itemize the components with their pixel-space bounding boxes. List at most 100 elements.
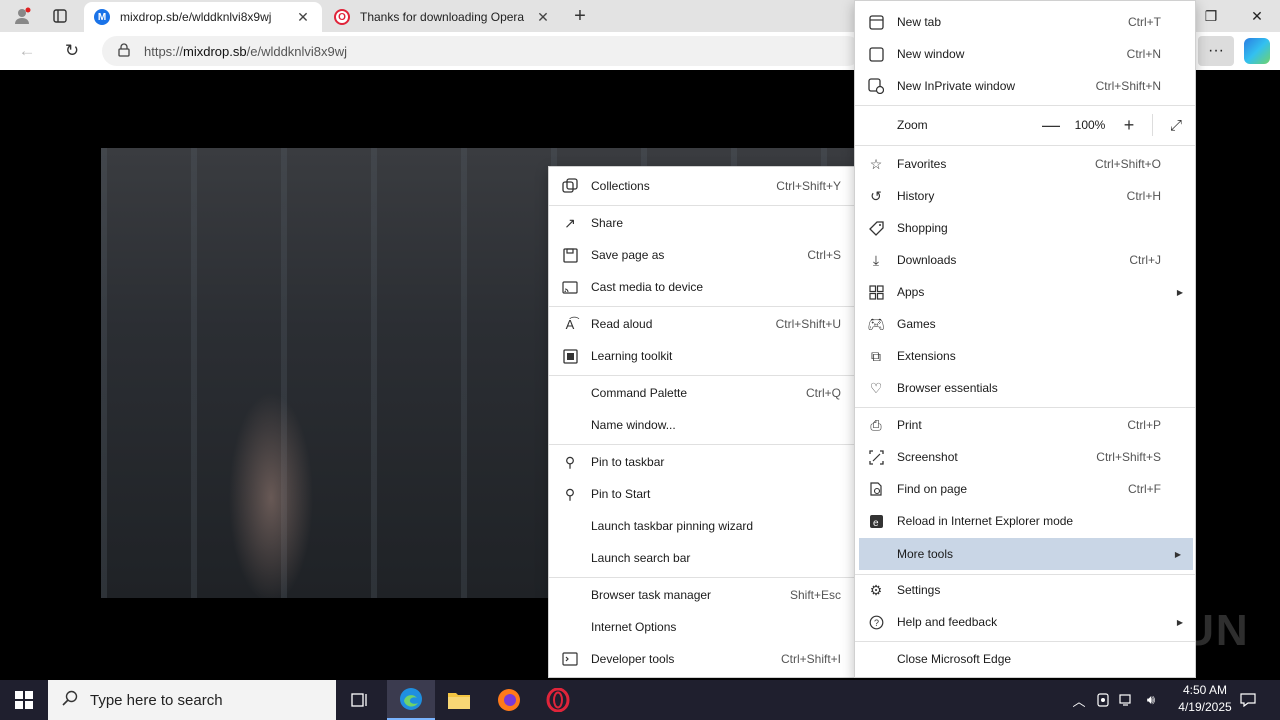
menu-item-history[interactable]: ↺ History Ctrl+H: [855, 180, 1195, 212]
mixdrop-favicon-icon: M: [94, 9, 110, 25]
menu-label: Share: [591, 216, 624, 230]
menu-label: Pin to taskbar: [591, 455, 665, 469]
refresh-icon[interactable]: ↻: [57, 37, 87, 65]
menu-item-find-on-page[interactable]: Find on page Ctrl+F: [855, 473, 1195, 505]
close-window-icon[interactable]: ✕: [1234, 0, 1280, 32]
menu-label: Help and feedback: [897, 615, 998, 629]
menu-label: Collections: [591, 179, 650, 193]
menu-item-settings[interactable]: ⚙ Settings: [855, 574, 1195, 606]
menu-item-close-edge[interactable]: Close Microsoft Edge: [855, 643, 1195, 675]
new-tab-icon: [867, 13, 885, 31]
search-icon: [62, 690, 78, 711]
menu-label: Extensions: [897, 349, 956, 363]
menu-item-share[interactable]: ↗ Share: [549, 207, 855, 239]
taskbar-search-box[interactable]: Type here to search: [48, 680, 336, 720]
menu-item-new-window[interactable]: New window Ctrl+N: [855, 38, 1195, 70]
tab-title: mixdrop.sb/e/wlddknlvi8x9wj: [120, 10, 272, 24]
menu-item-cast[interactable]: Cast media to device: [549, 271, 855, 303]
internet-explorer-icon: e: [867, 512, 885, 530]
menu-item-read-aloud[interactable]: A͡ Read aloud Ctrl+Shift+U: [549, 308, 855, 340]
tray-chevron-icon[interactable]: ︿: [1068, 680, 1090, 720]
notifications-icon[interactable]: [1232, 680, 1264, 720]
collections-icon: [561, 177, 579, 195]
menu-item-learning-toolkit[interactable]: Learning toolkit: [549, 340, 855, 372]
menu-item-pinning-wizard[interactable]: Launch taskbar pinning wizard: [549, 510, 855, 542]
file-explorer-icon[interactable]: [435, 680, 483, 720]
tab-mixdrop[interactable]: M mixdrop.sb/e/wlddknlvi8x9wj ✕: [84, 2, 322, 32]
menu-label: New InPrivate window: [897, 79, 1016, 93]
tab-close-icon[interactable]: ✕: [534, 9, 552, 26]
task-view-icon[interactable]: [336, 680, 384, 720]
menu-item-internet-options[interactable]: Internet Options: [549, 611, 855, 643]
tray-device-icon[interactable]: [1092, 680, 1114, 720]
edge-taskbar-icon[interactable]: [387, 680, 435, 720]
menu-item-pin-taskbar[interactable]: ⚲ Pin to taskbar: [549, 446, 855, 478]
windows-start-icon[interactable]: [0, 680, 48, 720]
menu-item-new-tab[interactable]: New tab Ctrl+T: [855, 6, 1195, 38]
zoom-in-button[interactable]: +: [1110, 115, 1148, 136]
menu-item-ie-mode[interactable]: e Reload in Internet Explorer mode: [855, 505, 1195, 537]
menu-label: Settings: [897, 583, 941, 597]
new-tab-plus-icon[interactable]: +: [566, 4, 594, 28]
lock-icon: [118, 42, 130, 60]
menu-item-new-inprivate[interactable]: New InPrivate window Ctrl+Shift+N: [855, 70, 1195, 102]
tab-actions-icon[interactable]: [46, 4, 74, 28]
menu-label: Command Palette: [591, 386, 688, 400]
zoom-out-button[interactable]: —: [1032, 115, 1070, 136]
menu-item-shopping[interactable]: Shopping: [855, 212, 1195, 244]
submenu-arrow-icon: ▶: [1176, 287, 1183, 297]
menu-item-help-feedback[interactable]: ? Help and feedback ▶: [855, 606, 1195, 638]
menu-item-save-page[interactable]: Save page as Ctrl+S: [549, 239, 855, 271]
svg-text:e: e: [873, 518, 879, 529]
menu-shortcut: Ctrl+N: [1126, 47, 1161, 61]
opera-icon[interactable]: [534, 680, 582, 720]
pin-icon: ⚲: [564, 453, 576, 470]
menu-label: Browser task manager: [591, 588, 712, 602]
firefox-icon[interactable]: [485, 680, 533, 720]
settings-more-icon[interactable]: ···: [1198, 36, 1234, 66]
network-icon[interactable]: [1116, 680, 1138, 720]
menu-item-more-tools[interactable]: More tools ▶: [859, 538, 1193, 570]
menu-item-screenshot[interactable]: Screenshot Ctrl+Shift+S: [855, 441, 1195, 473]
menu-item-downloads[interactable]: ⤓ Downloads Ctrl+J: [855, 244, 1195, 276]
menu-item-apps[interactable]: Apps ▶: [855, 276, 1195, 308]
menu-item-collections[interactable]: Collections Ctrl+Shift+Y: [549, 170, 855, 202]
fullscreen-icon[interactable]: ⤢: [1157, 117, 1195, 134]
menu-item-browser-essentials[interactable]: ♡ Browser essentials: [855, 372, 1195, 404]
menu-item-pin-start[interactable]: ⚲ Pin to Start: [549, 478, 855, 510]
share-icon: ↗: [564, 214, 576, 231]
history-icon: ↺: [870, 187, 882, 204]
menu-item-command-palette[interactable]: Command Palette Ctrl+Q: [549, 377, 855, 409]
find-page-icon: [867, 480, 885, 498]
menu-label: New tab: [897, 15, 942, 29]
menu-label: Browser essentials: [897, 381, 998, 395]
back-icon[interactable]: ←: [12, 37, 42, 65]
read-aloud-icon: A͡: [565, 316, 575, 332]
menu-item-favorites[interactable]: ☆ Favorites Ctrl+Shift+O: [855, 148, 1195, 180]
extensions-puzzle-icon: ⧉: [871, 347, 881, 364]
menu-label: Print: [897, 418, 922, 432]
learning-toolkit-icon: [561, 347, 579, 365]
menu-item-zoom: Zoom — 100% + ⤢: [855, 109, 1195, 141]
tab-opera[interactable]: O Thanks for downloading Opera ✕: [324, 2, 562, 32]
menu-label: Games: [897, 317, 936, 331]
menu-item-name-window[interactable]: Name window...: [549, 409, 855, 441]
menu-item-task-manager[interactable]: Browser task manager Shift+Esc: [549, 579, 855, 611]
volume-icon[interactable]: 🔊︎: [1140, 680, 1162, 720]
menu-item-developer-tools[interactable]: Developer tools Ctrl+Shift+I: [549, 643, 855, 675]
address-bar[interactable]: https://mixdrop.sb/e/wlddknlvi8x9wj: [102, 36, 862, 66]
profile-icon[interactable]: [8, 4, 36, 28]
menu-item-print[interactable]: ⎙ Print Ctrl+P: [855, 409, 1195, 441]
menu-item-games[interactable]: 🎮︎ Games: [855, 308, 1195, 340]
opera-favicon-icon: O: [334, 9, 350, 25]
menu-shortcut: Ctrl+Shift+O: [1094, 157, 1161, 171]
menu-label: Find on page: [897, 482, 968, 496]
menu-label: Downloads: [897, 253, 957, 267]
menu-label: Cast media to device: [591, 280, 704, 294]
search-placeholder: Type here to search: [90, 691, 223, 709]
pin-icon: ⚲: [564, 485, 576, 502]
tab-close-icon[interactable]: ✕: [294, 9, 312, 26]
menu-item-extensions[interactable]: ⧉ Extensions: [855, 340, 1195, 372]
copilot-icon[interactable]: [1244, 38, 1270, 64]
menu-item-search-bar[interactable]: Launch search bar: [549, 542, 855, 574]
